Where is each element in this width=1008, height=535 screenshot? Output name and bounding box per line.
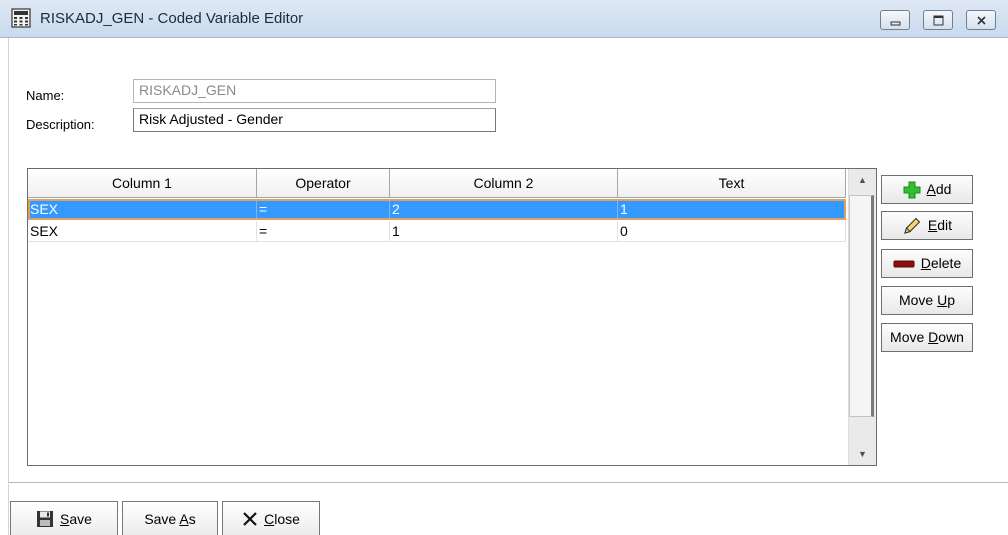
grid-cell: 1: [390, 221, 618, 242]
grid-cell: 1: [618, 199, 846, 220]
minus-icon: [893, 260, 915, 267]
description-field[interactable]: Risk Adjusted - Gender: [133, 108, 496, 132]
minimize-icon: [890, 21, 901, 26]
restore-button[interactable]: [923, 10, 953, 30]
table-row[interactable]: SEX = 2 1: [28, 199, 846, 220]
add-button-label: Add: [926, 181, 952, 197]
grid-cell: =: [257, 199, 390, 220]
move-down-button[interactable]: Move Down: [881, 323, 973, 352]
delete-button[interactable]: Delete: [881, 249, 973, 278]
scroll-down-arrow-icon[interactable]: ▼: [849, 443, 876, 465]
plus-icon: [903, 181, 921, 198]
save-button[interactable]: Save: [10, 501, 118, 535]
name-field[interactable]: RISKADJ_GEN: [133, 79, 496, 103]
grid-cell: SEX: [28, 199, 257, 220]
column-header[interactable]: Text: [618, 169, 846, 198]
delete-button-label: Delete: [920, 255, 962, 271]
close-button[interactable]: Close: [222, 501, 320, 535]
grid-cell: 0: [618, 221, 846, 242]
move-down-button-label: Move Down: [890, 329, 964, 345]
title-bar: RISKADJ_GEN - Coded Variable Editor: [0, 0, 1008, 38]
edit-button[interactable]: Edit: [881, 211, 973, 240]
move-up-button-label: Move Up: [898, 292, 956, 308]
close-x-icon: [243, 511, 257, 526]
add-button[interactable]: Add: [881, 175, 973, 204]
grid-cell: 2: [390, 199, 618, 220]
save-button-label: Save: [60, 510, 92, 527]
minimize-button[interactable]: [880, 10, 910, 30]
grid-header: Column 1 Operator Column 2 Text: [28, 169, 846, 198]
bottom-divider: [8, 482, 1008, 484]
window-title: RISKADJ_GEN - Coded Variable Editor: [40, 10, 304, 27]
close-icon: [977, 16, 986, 25]
table-row[interactable]: SEX = 1 0: [28, 221, 846, 242]
scroll-up-arrow-icon[interactable]: ▲: [849, 169, 876, 191]
floppy-disk-icon: [37, 510, 54, 527]
description-label: Description:: [26, 117, 95, 132]
name-label: Name:: [26, 88, 65, 103]
pencil-icon: [904, 217, 921, 234]
close-window-button[interactable]: [966, 10, 996, 30]
column-header[interactable]: Operator: [257, 169, 390, 198]
move-up-button[interactable]: Move Up: [881, 286, 973, 315]
conditions-grid[interactable]: Column 1 Operator Column 2 Text SEX = 2 …: [27, 168, 877, 466]
save-as-button-label: Save As: [144, 510, 196, 527]
grid-cell: =: [257, 221, 390, 242]
restore-icon: [933, 15, 944, 26]
calculator-icon: [11, 8, 31, 28]
column-header[interactable]: Column 1: [28, 169, 257, 198]
scrollbar-thumb[interactable]: [849, 195, 874, 417]
close-button-label: Close: [264, 510, 300, 527]
edit-button-label: Edit: [927, 217, 953, 233]
grid-cell: SEX: [28, 221, 257, 242]
save-as-button[interactable]: Save As: [122, 501, 218, 535]
column-header[interactable]: Column 2: [390, 169, 618, 198]
vertical-scrollbar[interactable]: ▲ ▼: [848, 169, 876, 465]
